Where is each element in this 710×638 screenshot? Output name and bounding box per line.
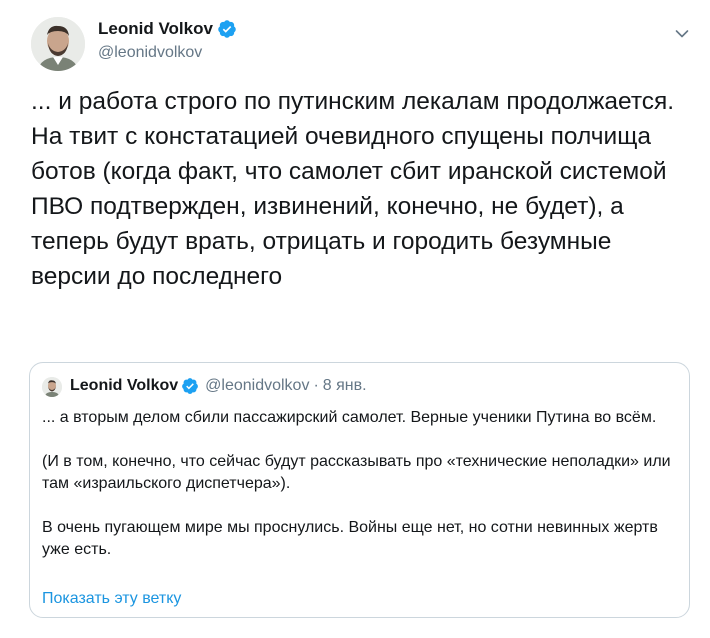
quoted-avatar-photo (42, 377, 62, 397)
author-row: Leonid Volkov (98, 18, 237, 40)
quoted-paragraph: В очень пугающем мире мы проснулись. Вой… (42, 519, 658, 558)
quoted-author-name: Leonid Volkov (70, 377, 179, 394)
quoted-tweet[interactable]: Leonid Volkov @leonidvolkov · 8 янв. ...… (29, 362, 690, 618)
author-name[interactable]: Leonid Volkov (98, 18, 213, 40)
author-handle[interactable]: @leonidvolkov (98, 43, 202, 63)
avatar-photo (31, 17, 85, 71)
quoted-author-handle: @leonidvolkov (205, 377, 310, 394)
tweet: Leonid Volkov @leonidvolkov ... и работа… (0, 0, 710, 638)
quoted-text: ... а вторым делом сбили пассажирский са… (42, 407, 672, 561)
quoted-verified-badge-icon (181, 377, 199, 395)
verified-badge-icon (217, 19, 237, 39)
avatar[interactable] (31, 17, 85, 71)
quoted-paragraph: ... а вторым делом сбили пассажирский са… (42, 409, 657, 426)
quoted-avatar (42, 377, 62, 397)
show-thread-link[interactable]: Показать эту ветку (42, 590, 181, 608)
chevron-down-icon[interactable] (672, 24, 692, 44)
quoted-separator: · (313, 377, 319, 394)
quoted-header: Leonid Volkov @leonidvolkov · 8 янв. (70, 377, 367, 395)
quoted-date: 8 янв. (322, 377, 367, 394)
quoted-paragraph: (И в том, конечно, что сейчас будут расс… (42, 453, 671, 492)
tweet-text: ... и работа строго по путинским лекалам… (31, 88, 675, 290)
